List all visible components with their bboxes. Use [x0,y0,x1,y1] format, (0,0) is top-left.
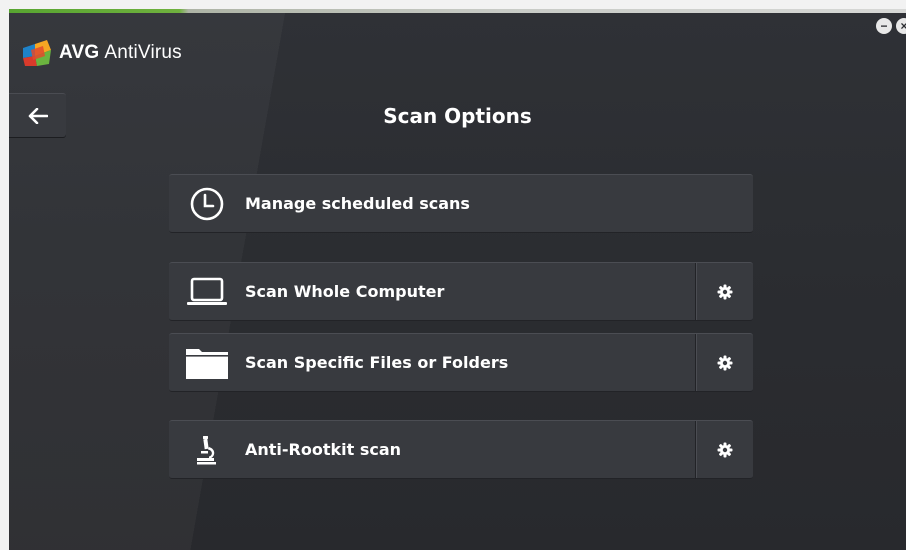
avg-logo-icon [23,40,51,66]
gear-icon [717,355,732,370]
anti-rootkit-settings-button[interactable] [695,421,753,478]
scan-whole-computer-settings-button[interactable] [695,263,753,320]
window-controls: − × [876,18,906,34]
top-accent-bar [9,9,906,13]
app-title: AVG AntiVirus [59,42,182,63]
microscope-icon [169,435,245,465]
scan-specific-files-row: Scan Specific Files or Folders [169,333,753,392]
scan-whole-computer-button[interactable]: Scan Whole Computer [169,263,695,320]
option-label: Manage scheduled scans [245,194,470,213]
close-button[interactable]: × [896,18,906,34]
manage-scheduled-scans-row: Manage scheduled scans [169,174,753,233]
app-brand: AVG AntiVirus [21,39,182,67]
app-window: AVG AntiVirus − × Scan Options Manage sch… [9,9,906,550]
minimize-button[interactable]: − [876,18,892,34]
option-label: Scan Whole Computer [245,282,445,301]
folder-icon [169,346,245,380]
gear-icon [717,284,732,299]
manage-scheduled-scans-button[interactable]: Manage scheduled scans [169,175,753,232]
laptop-icon [169,277,245,307]
option-label: Anti-Rootkit scan [245,440,402,459]
option-label: Scan Specific Files or Folders [245,353,509,372]
gear-icon [717,442,732,457]
scan-specific-files-settings-button[interactable] [695,334,753,391]
scan-whole-computer-row: Scan Whole Computer [169,262,753,321]
clock-icon [169,187,245,221]
scan-specific-files-button[interactable]: Scan Specific Files or Folders [169,334,695,391]
anti-rootkit-scan-row: Anti-Rootkit scan [169,420,753,479]
anti-rootkit-scan-button[interactable]: Anti-Rootkit scan [169,421,695,478]
page-title: Scan Options [383,104,532,128]
